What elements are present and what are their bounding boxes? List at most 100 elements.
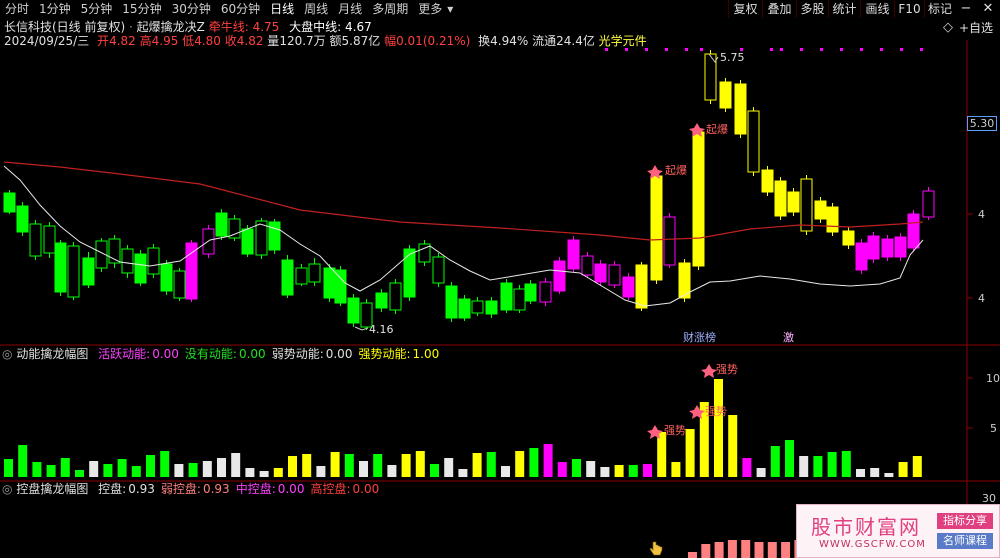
candle-body <box>787 191 800 213</box>
hand-cursor-icon <box>649 541 663 556</box>
momentum-bar <box>841 451 851 477</box>
candle <box>16 202 29 236</box>
candle-body <box>922 190 935 218</box>
candle-body <box>747 110 760 173</box>
candle-body <box>734 83 747 135</box>
panel2-title: 控盘擒龙幅图 <box>16 482 89 496</box>
candle-body <box>432 256 445 284</box>
momentum-bar <box>870 468 880 477</box>
momentum-bar <box>770 446 780 477</box>
magenta-dots-group <box>605 48 923 51</box>
candle <box>513 285 526 313</box>
candle-body <box>635 264 648 309</box>
candle-body <box>29 223 42 257</box>
candle <box>539 278 552 306</box>
momentum-bar <box>444 458 454 477</box>
watermark-badge: 名师课程 <box>937 533 993 549</box>
candle-body <box>295 267 308 285</box>
candle <box>881 235 894 261</box>
candle-body <box>215 212 228 237</box>
candle <box>121 245 134 278</box>
signal-dot <box>645 48 648 51</box>
indicator-value: 1.00 <box>412 347 440 361</box>
signal-dot <box>685 48 688 51</box>
momentum-bar <box>373 454 383 477</box>
momentum-bar <box>643 464 652 477</box>
candle <box>907 210 920 252</box>
momentum-bar <box>330 452 340 477</box>
momentum-bar <box>259 471 269 477</box>
candle-body <box>553 260 566 292</box>
momentum-bar <box>415 451 425 477</box>
momentum-bar <box>273 468 283 477</box>
momentum-bar <box>4 459 13 477</box>
momentum-bar <box>146 455 155 477</box>
momentum-bar <box>685 429 695 477</box>
axis-tick-label: 10 <box>986 372 1000 385</box>
candle-body <box>241 228 254 255</box>
indicator-value: 0.00 <box>352 482 380 496</box>
qiangshi-signal-label: 强势 <box>716 363 738 376</box>
candle <box>734 80 747 138</box>
momentum-bar <box>160 451 170 477</box>
candle-body <box>867 235 880 260</box>
ji-tag[interactable]: 激 <box>783 331 794 344</box>
indicator-label: 控盘: <box>98 482 127 496</box>
candle <box>485 297 498 318</box>
candle <box>108 235 121 268</box>
panel1-header: ◎ 动能擒龙幅图 活跃动能: 0.00 没有动能: 0.00 弱势动能: 0.00 强势动能… <box>2 347 439 362</box>
momentum-bar <box>671 462 681 477</box>
candle <box>347 294 360 327</box>
indicator-value: 0.93 <box>202 482 230 496</box>
candle <box>215 209 228 240</box>
candle-body <box>567 239 580 270</box>
signal-dot <box>880 48 883 51</box>
momentum-bar <box>742 458 752 477</box>
momentum-bar <box>401 454 411 477</box>
candle <box>185 240 198 302</box>
indicator-label: 弱势动能: <box>271 347 324 361</box>
candle <box>295 264 308 286</box>
panel-settings-icon[interactable]: ◎ <box>2 347 12 361</box>
candle-body <box>581 255 594 276</box>
candle-body <box>16 205 29 233</box>
candle <box>418 240 431 266</box>
momentum-bar <box>884 473 894 477</box>
candle-body <box>173 270 186 299</box>
momentum-bar <box>657 432 667 477</box>
candle <box>787 188 800 216</box>
candle-body <box>842 230 855 246</box>
momentum-bar <box>174 464 184 477</box>
caizhangbang-tag[interactable]: 财涨榜 <box>683 331 716 344</box>
momentum-bar <box>912 456 922 477</box>
momentum-bar <box>785 440 794 477</box>
control-bar <box>688 552 697 558</box>
momentum-bar <box>344 454 354 477</box>
momentum-bars-group <box>4 379 922 477</box>
candle <box>567 236 580 272</box>
signal-dot <box>900 48 903 51</box>
momentum-bar <box>188 463 198 477</box>
candle <box>774 177 787 220</box>
candle-body <box>855 242 868 271</box>
candle-body <box>281 259 294 296</box>
momentum-bar <box>543 444 553 477</box>
signal-dot <box>840 48 843 51</box>
candle-body <box>185 242 198 300</box>
candle <box>334 266 347 306</box>
momentum-bar <box>32 462 42 477</box>
signal-dot <box>605 48 608 51</box>
candle-body <box>539 281 552 303</box>
momentum-bar <box>202 461 212 477</box>
signal-dot <box>860 48 863 51</box>
candle-body <box>894 236 907 258</box>
candle <box>445 282 458 322</box>
candle-body <box>160 263 173 292</box>
candle-body <box>445 285 458 319</box>
momentum-bar <box>103 464 113 477</box>
candles-group <box>3 50 935 330</box>
panel-settings-icon[interactable]: ◎ <box>2 482 12 496</box>
watermark-badge: 指标分享 <box>937 513 993 529</box>
candle <box>842 227 855 249</box>
candlestick-chart[interactable] <box>0 0 1000 558</box>
